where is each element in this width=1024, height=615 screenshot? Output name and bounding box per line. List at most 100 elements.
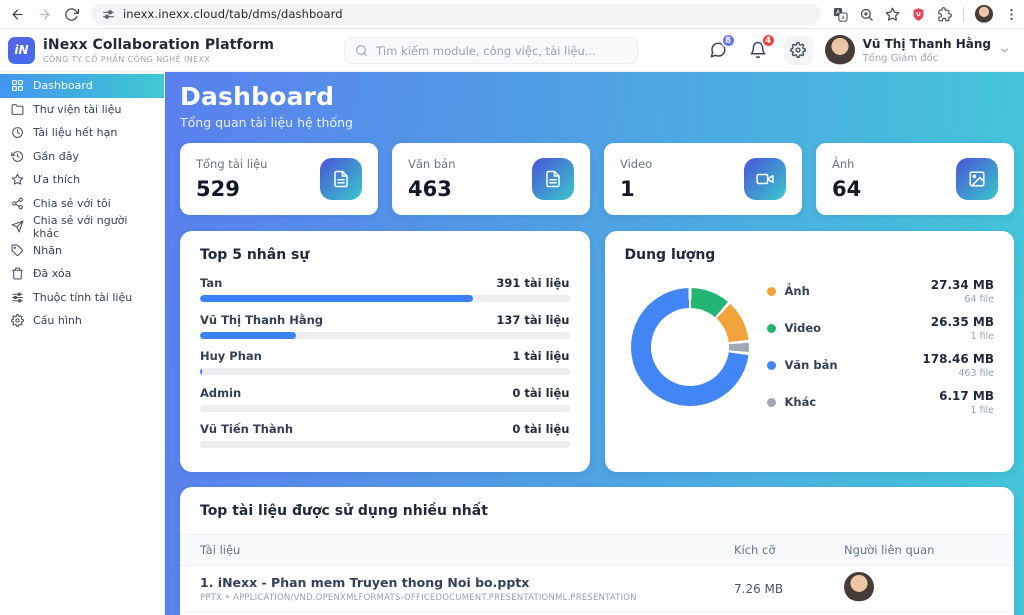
reload-icon[interactable] [64,7,79,22]
top-documents-title: Top tài liệu được sử dụng nhiều nhất [180,503,1014,519]
adblock-extension-icon[interactable]: U [911,7,926,22]
person-doc-count: 391 tài liệu [496,276,569,290]
legend-label: Văn bản [785,358,838,372]
search-input[interactable] [376,44,627,58]
stat-value: 64 [832,177,861,201]
stat-value: 463 [408,177,456,201]
legend-dot-icon [767,361,776,370]
star-icon [11,173,24,186]
gear-icon [790,42,806,58]
search-icon [355,44,368,57]
related-person-avatar[interactable] [844,572,874,602]
person-name: Admin [200,386,241,400]
sidebar-item-3[interactable]: Gần đây [0,145,164,169]
person-doc-count: 0 tài liệu [512,386,569,400]
legend-file-count: 463 file [922,368,994,379]
page-subtitle: Tổng quan tài liệu hệ thống [180,115,1014,130]
legend-label: Khác [785,395,817,409]
sidebar-item-10[interactable]: Cấu hình [0,309,164,333]
divider [963,7,964,22]
stat-card-3: Ảnh 64 [816,143,1014,215]
sidebar-item-label: Chia sẻ với người khác [33,214,153,240]
progress-track [200,405,570,412]
sidebar-item-7[interactable]: Nhãn [0,239,164,263]
sidebar-item-1[interactable]: Thư viện tài liệu [0,98,164,122]
sidebar-item-8[interactable]: Đã xóa [0,262,164,286]
bookmark-star-icon[interactable] [885,7,900,22]
progress-track [200,295,570,302]
back-icon[interactable] [10,7,25,22]
storage-title: Dung lượng [625,247,995,263]
person-name: Tan [200,276,222,290]
progress-track [200,332,570,339]
legend-label: Ảnh [785,284,810,298]
storage-legend: Ảnh27.34 MB64 fileVideo26.35 MB1 fileVăn… [767,277,995,416]
zoom-icon[interactable] [859,7,874,22]
legend-file-count: 1 file [931,331,994,342]
person-doc-count: 1 tài liệu [512,349,569,363]
document-name[interactable]: 1. iNexx - Phan mem Truyen thong Noi bo.… [200,575,734,590]
legend-file-count: 64 file [931,294,994,305]
address-bar[interactable]: inexx.inexx.cloud/tab/dms/dashboard [91,4,821,25]
sidebar-item-label: Chia sẻ với tôi [33,197,111,210]
stat-label: Văn bản [408,157,456,171]
sidebar-item-label: Dashboard [33,79,93,92]
sidebar-item-9[interactable]: Thuộc tính tài liệu [0,286,164,310]
send-icon [11,220,24,233]
stat-label: Tổng tài liệu [196,157,267,171]
sidebar-item-0[interactable]: Dashboard [0,74,164,98]
table-header: Tài liệu Kích cỡ Người liên quan [180,534,1014,566]
sidebar-item-4[interactable]: Ưa thích [0,168,164,192]
progress-track [200,368,570,375]
progress-fill [200,368,202,375]
person-name: Huy Phan [200,349,262,363]
settings-button[interactable] [784,36,813,65]
clock-icon [11,126,24,139]
gear-icon [11,314,24,327]
storage-panel: Dung lượng Ảnh27.34 MB64 fileVideo26.35 … [605,231,1015,472]
extensions-puzzle-icon[interactable] [937,7,952,22]
person-row: Admin 0 tài liệu [200,386,570,412]
sidebar-item-label: Thư viện tài liệu [33,103,121,116]
column-people: Người liên quan [844,543,994,557]
app-header: iN iNexx Collaboration Platform CÔNG TY … [0,29,1024,72]
chat-button[interactable]: 8 [704,36,732,64]
translate-icon[interactable]: Aa [833,7,848,22]
document-icon [320,158,362,200]
company-name: CÔNG TY CỔ PHẦN CÔNG NGHỆ INEXX [43,55,274,64]
notifications-button[interactable]: 4 [744,36,772,64]
site-settings-icon [102,8,115,21]
sidebar-item-label: Ưa thích [33,173,80,186]
document-icon [532,158,574,200]
global-search[interactable] [344,37,638,64]
person-row: Huy Phan 1 tài liệu [200,349,570,375]
stat-card-1: Văn bản 463 [392,143,590,215]
person-name: Vũ Thị Thanh Hằng [200,313,323,327]
legend-dot-icon [767,398,776,407]
browser-menu-icon[interactable] [1004,7,1019,22]
forward-icon[interactable] [37,7,52,22]
video-icon [744,158,786,200]
legend-file-count: 1 file [939,405,994,416]
legend-size: 26.35 MB [931,315,994,329]
url-text: inexx.inexx.cloud/tab/dms/dashboard [123,7,343,21]
sidebar-item-2[interactable]: Tài liệu hết hạn [0,121,164,145]
top-documents-panel: Top tài liệu được sử dụng nhiều nhất Tài… [180,487,1014,615]
document-size: 7.26 MB [734,582,844,596]
top5-title: Top 5 nhân sự [200,247,570,263]
browser-profile-avatar[interactable] [975,5,993,23]
sidebar-item-6[interactable]: Chia sẻ với người khác [0,215,164,239]
dashboard-icon [11,79,24,92]
svg-text:U: U [916,12,921,18]
progress-track [200,441,570,448]
folder-icon [11,103,24,116]
app-logo[interactable]: iN [8,37,35,64]
legend-size: 27.34 MB [931,278,994,292]
person-doc-count: 137 tài liệu [496,313,569,327]
stat-label: Ảnh [832,157,861,171]
user-role: Tổng Giám đốc [863,53,991,64]
user-menu[interactable]: Vũ Thị Thanh Hằng Tổng Giám đốc [825,35,1010,65]
page-title: Dashboard [180,82,1014,111]
table-row[interactable]: 1. iNexx - Phan mem Truyen thong Noi bo.… [180,566,1014,613]
sidebar-item-5[interactable]: Chia sẻ với tôi [0,192,164,216]
